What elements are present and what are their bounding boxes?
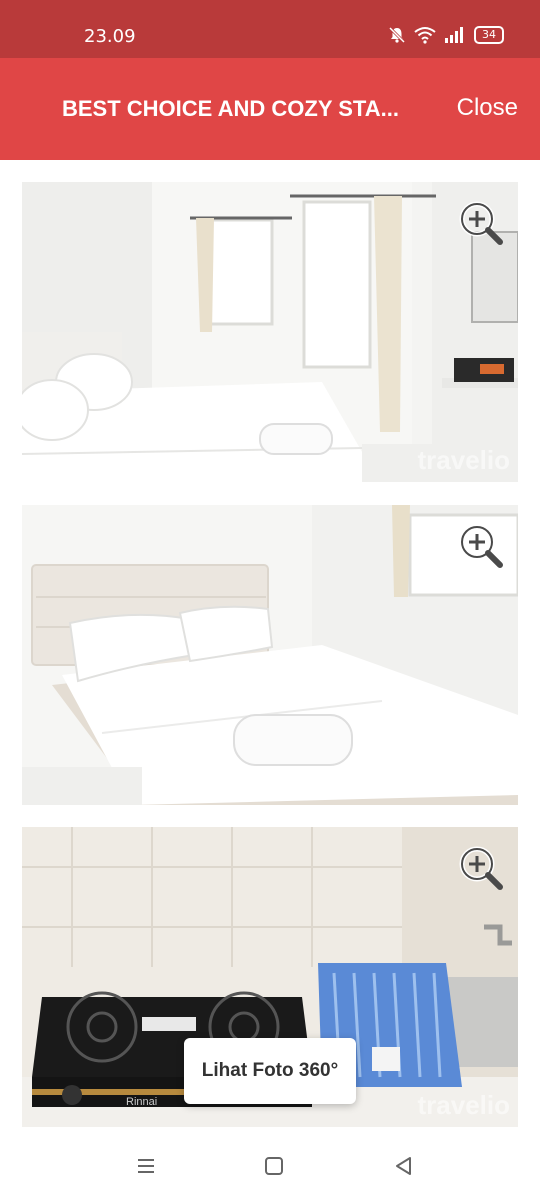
mute-bell-icon (388, 26, 406, 44)
bedroom-window-image (22, 182, 518, 482)
zoom-in-icon[interactable] (458, 845, 504, 891)
stove-brand-label: Rinnai (126, 1096, 157, 1108)
status-bar: 23.09 34 (0, 0, 540, 58)
zoom-in-icon[interactable] (458, 200, 504, 246)
app-header: BEST CHOICE AND COZY STA... Close (0, 58, 540, 160)
home-icon[interactable] (262, 1154, 286, 1178)
watermark: travelio (417, 768, 511, 798)
photo-bed-towel[interactable]: travelio (22, 505, 518, 805)
status-time: 23.09 (84, 26, 136, 47)
watermark: travelio (417, 445, 511, 475)
zoom-in-icon[interactable] (458, 523, 504, 569)
back-icon[interactable] (392, 1154, 416, 1178)
signal-icon (445, 27, 463, 43)
close-button[interactable]: Close (457, 94, 518, 122)
bed-towel-image (22, 505, 518, 805)
system-nav-bar (0, 1134, 540, 1200)
view-360-button[interactable]: Lihat Foto 360° (184, 1038, 356, 1104)
status-icons: 34 (388, 26, 504, 44)
battery-icon: 34 (474, 26, 504, 44)
watermark: travelio (417, 1090, 511, 1120)
page-title: BEST CHOICE AND COZY STA... (62, 96, 399, 121)
wifi-icon (414, 27, 436, 44)
menu-icon[interactable] (134, 1154, 158, 1178)
photo-bedroom-window[interactable]: travelio (22, 182, 518, 482)
